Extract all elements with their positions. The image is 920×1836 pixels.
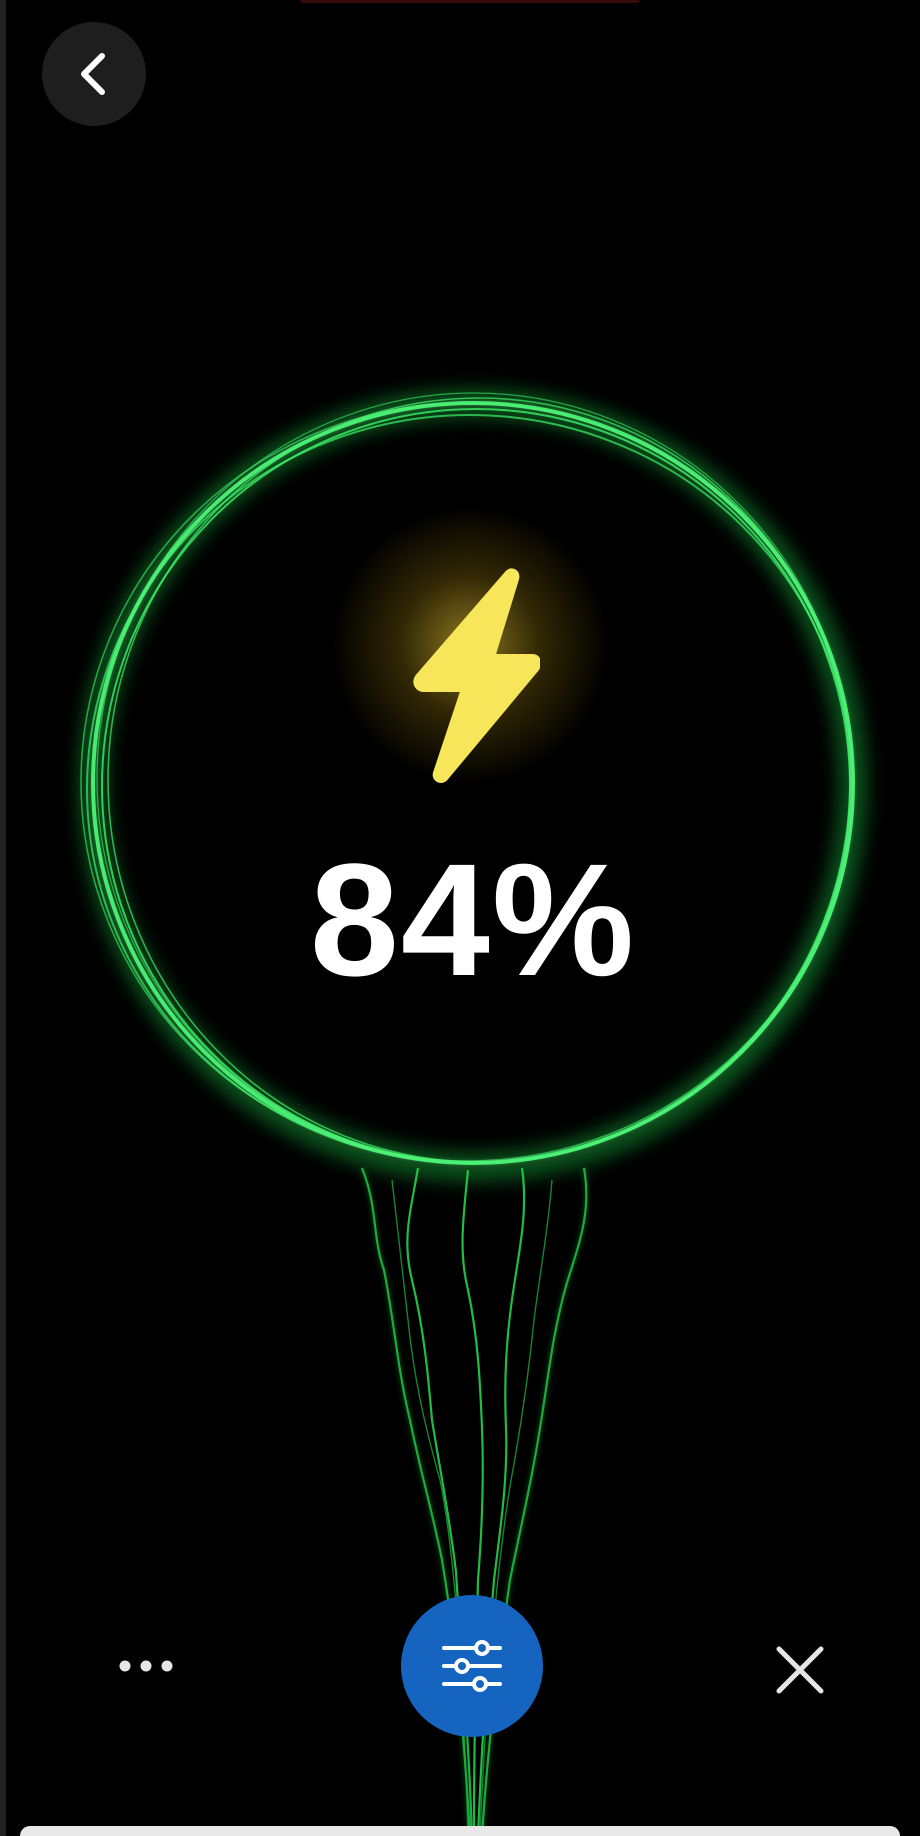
close-icon bbox=[776, 1646, 824, 1694]
settings-button[interactable] bbox=[401, 1595, 543, 1737]
sliders-icon bbox=[442, 1640, 502, 1692]
charging-animation-screen: 84% bbox=[0, 0, 920, 1836]
more-button[interactable] bbox=[106, 1636, 186, 1696]
more-dots-icon bbox=[119, 1660, 173, 1672]
close-button[interactable] bbox=[760, 1630, 840, 1710]
battery-level-text: 84% bbox=[309, 830, 637, 1009]
lightning-bolt-icon bbox=[413, 568, 540, 783]
bottom-sheet-edge bbox=[20, 1826, 900, 1836]
